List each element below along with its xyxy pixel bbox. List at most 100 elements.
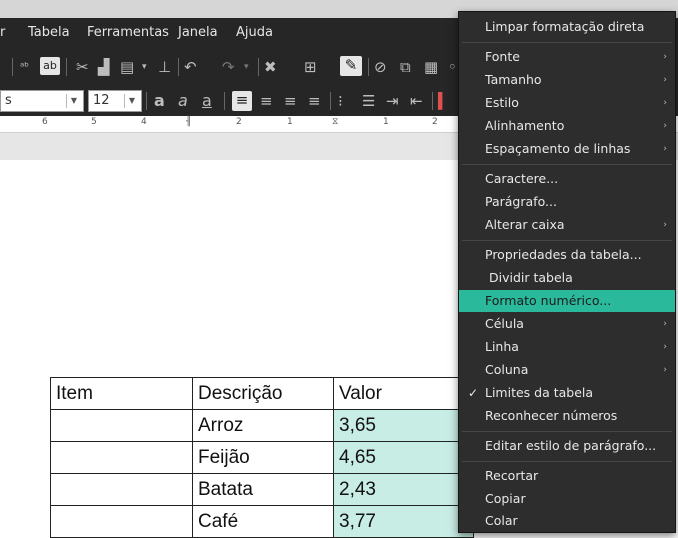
paste-dropdown-icon[interactable]: ▾: [142, 58, 147, 76]
ruler-tab-marker[interactable]: ⧖: [332, 117, 338, 127]
table-cell[interactable]: Batata: [192, 473, 334, 506]
bold-icon[interactable]: a: [154, 92, 165, 110]
underline-icon[interactable]: a: [202, 92, 212, 110]
table-cell-selected[interactable]: 3,77: [333, 505, 474, 538]
align-center-icon[interactable]: ≡: [260, 92, 273, 110]
chevron-down-icon[interactable]: ▼: [66, 94, 81, 108]
italic-icon[interactable]: a: [178, 92, 188, 110]
menu-item-table-boundaries[interactable]: ✓ Limites da tabela: [459, 382, 675, 404]
menu-item-style[interactable]: Estilo ›: [459, 92, 675, 114]
bullet-list-icon[interactable]: ☰: [362, 92, 375, 110]
table-header-row: Item Descrição Valor: [50, 377, 474, 410]
checkmark-icon: ✓: [468, 386, 479, 400]
clear-icon[interactable]: ⊥: [158, 58, 171, 76]
menu-item-cut[interactable]: Recortar: [459, 465, 675, 487]
menu-item-copy[interactable]: Copiar: [459, 488, 675, 510]
font-size-combo[interactable]: 12 ▼: [88, 90, 142, 112]
menu-item-character[interactable]: Caractere...: [459, 168, 675, 190]
table-cell[interactable]: Feijão: [192, 441, 334, 474]
menu-item-number-format[interactable]: Formato numérico...: [459, 290, 675, 312]
menu-item-label: Limpar formatação direta: [485, 19, 645, 34]
redo-dropdown-icon[interactable]: ▾: [244, 58, 249, 76]
formatting-marks-icon[interactable]: ✎: [340, 56, 362, 76]
submenu-arrow-icon: ›: [663, 220, 667, 230]
table-cell[interactable]: [50, 409, 193, 442]
submenu-arrow-icon: ›: [663, 319, 667, 329]
menu-item-size[interactable]: Tamanho ›: [459, 69, 675, 91]
menu-fragment-icon: r: [0, 25, 6, 40]
menu-item-edit-paragraph-style[interactable]: Editar estilo de parágrafo...: [459, 435, 675, 457]
cut-icon[interactable]: ✂: [76, 58, 89, 76]
table-cell-selected[interactable]: 2,43: [333, 473, 474, 506]
font-color-icon[interactable]: ▍: [438, 92, 450, 110]
ruler-label: 4: [141, 117, 147, 127]
table-cell[interactable]: [50, 505, 193, 538]
toolbar-separator: [66, 58, 67, 76]
insert-field-icon[interactable]: ▦: [424, 58, 438, 76]
menu-item-label: Formato numérico...: [485, 293, 612, 308]
submenu-arrow-icon: ›: [663, 75, 667, 85]
chevron-down-icon[interactable]: ▼: [124, 94, 139, 108]
menu-item-label: Colar: [485, 513, 518, 528]
paste-icon[interactable]: ▤: [120, 58, 134, 76]
ruler-label: 6: [42, 117, 48, 127]
font-name-combo[interactable]: s ▼: [0, 90, 84, 112]
menu-item-change-case[interactable]: Alterar caixa ›: [459, 214, 675, 236]
table-cell[interactable]: Café: [192, 505, 334, 538]
menu-separator: [462, 240, 672, 241]
menu-item-alignment[interactable]: Alinhamento ›: [459, 115, 675, 137]
table-cell[interactable]: Arroz: [192, 409, 334, 442]
table-row: Café 3,77: [50, 505, 474, 538]
outdent-icon[interactable]: ⇤: [410, 92, 423, 110]
insert-table-icon[interactable]: ⊞: [304, 58, 317, 76]
menu-item-table-properties[interactable]: Propriedades da tabela...: [459, 244, 675, 266]
menu-item-column[interactable]: Coluna ›: [459, 359, 675, 381]
more-icon[interactable]: ◦: [448, 58, 457, 76]
table-cell[interactable]: [50, 473, 193, 506]
menu-item-clear-direct-formatting[interactable]: Limpar formatação direta: [459, 16, 675, 38]
table-header-cell[interactable]: Valor: [333, 377, 474, 410]
spelling-icon[interactable]: ᵃᵇ: [20, 58, 29, 76]
table-cell-selected[interactable]: 3,65: [333, 409, 474, 442]
align-right-icon[interactable]: ≡: [284, 92, 297, 110]
justify-icon[interactable]: ≡: [308, 92, 321, 110]
menu-item-paragraph[interactable]: Parágrafo...: [459, 191, 675, 213]
menu-item-cell[interactable]: Célula ›: [459, 313, 675, 335]
ruler-label: 2: [236, 117, 242, 127]
numbered-list-icon[interactable]: ⁝: [338, 92, 343, 110]
ruler-label: 1: [383, 117, 389, 127]
menu-item-line-spacing[interactable]: Espaçamento de linhas ›: [459, 138, 675, 160]
table-cell-selected[interactable]: 4,65: [333, 441, 474, 474]
menu-item-split-table[interactable]: Dividir tabela: [459, 267, 675, 289]
table-cell[interactable]: [50, 441, 193, 474]
menu-ferramentas[interactable]: Ferramentas: [87, 25, 169, 40]
menu-item-label: Reconhecer números: [485, 408, 618, 423]
clone-formatting-icon[interactable]: ▟: [98, 58, 110, 76]
submenu-arrow-icon: ›: [663, 365, 667, 375]
menu-item-paste[interactable]: Colar: [459, 510, 675, 532]
auto-spellcheck-icon[interactable]: ab: [40, 57, 60, 75]
find-replace-icon[interactable]: ✖: [264, 58, 277, 76]
table-header-cell[interactable]: Descrição: [192, 377, 334, 410]
indent-icon[interactable]: ⇥: [386, 92, 399, 110]
menu-item-label: Copiar: [485, 491, 526, 506]
menu-ajuda[interactable]: Ajuda: [236, 25, 273, 40]
navigator-icon[interactable]: ⊘: [374, 58, 387, 76]
menu-item-font[interactable]: Fonte ›: [459, 46, 675, 68]
submenu-arrow-icon: ›: [663, 52, 667, 62]
redo-icon[interactable]: ↷: [222, 58, 235, 76]
ruler-indent-marker[interactable]: ╢: [186, 117, 191, 127]
menu-tabela[interactable]: Tabela: [28, 25, 70, 40]
submenu-arrow-icon: ›: [663, 144, 667, 154]
menu-janela[interactable]: Janela: [178, 25, 218, 40]
table-header-cell[interactable]: Item: [50, 377, 193, 410]
menu-separator: [462, 42, 672, 43]
ruler-label: 2: [432, 117, 438, 127]
frame-icon[interactable]: ⧉: [400, 58, 411, 76]
menu-item-row[interactable]: Linha ›: [459, 336, 675, 358]
font-name-value: s: [5, 93, 12, 108]
undo-icon[interactable]: ↶: [184, 58, 197, 76]
menu-item-label: Linha: [485, 339, 519, 354]
align-left-icon[interactable]: ≡: [232, 91, 252, 111]
menu-item-number-recognition[interactable]: Reconhecer números: [459, 405, 675, 427]
